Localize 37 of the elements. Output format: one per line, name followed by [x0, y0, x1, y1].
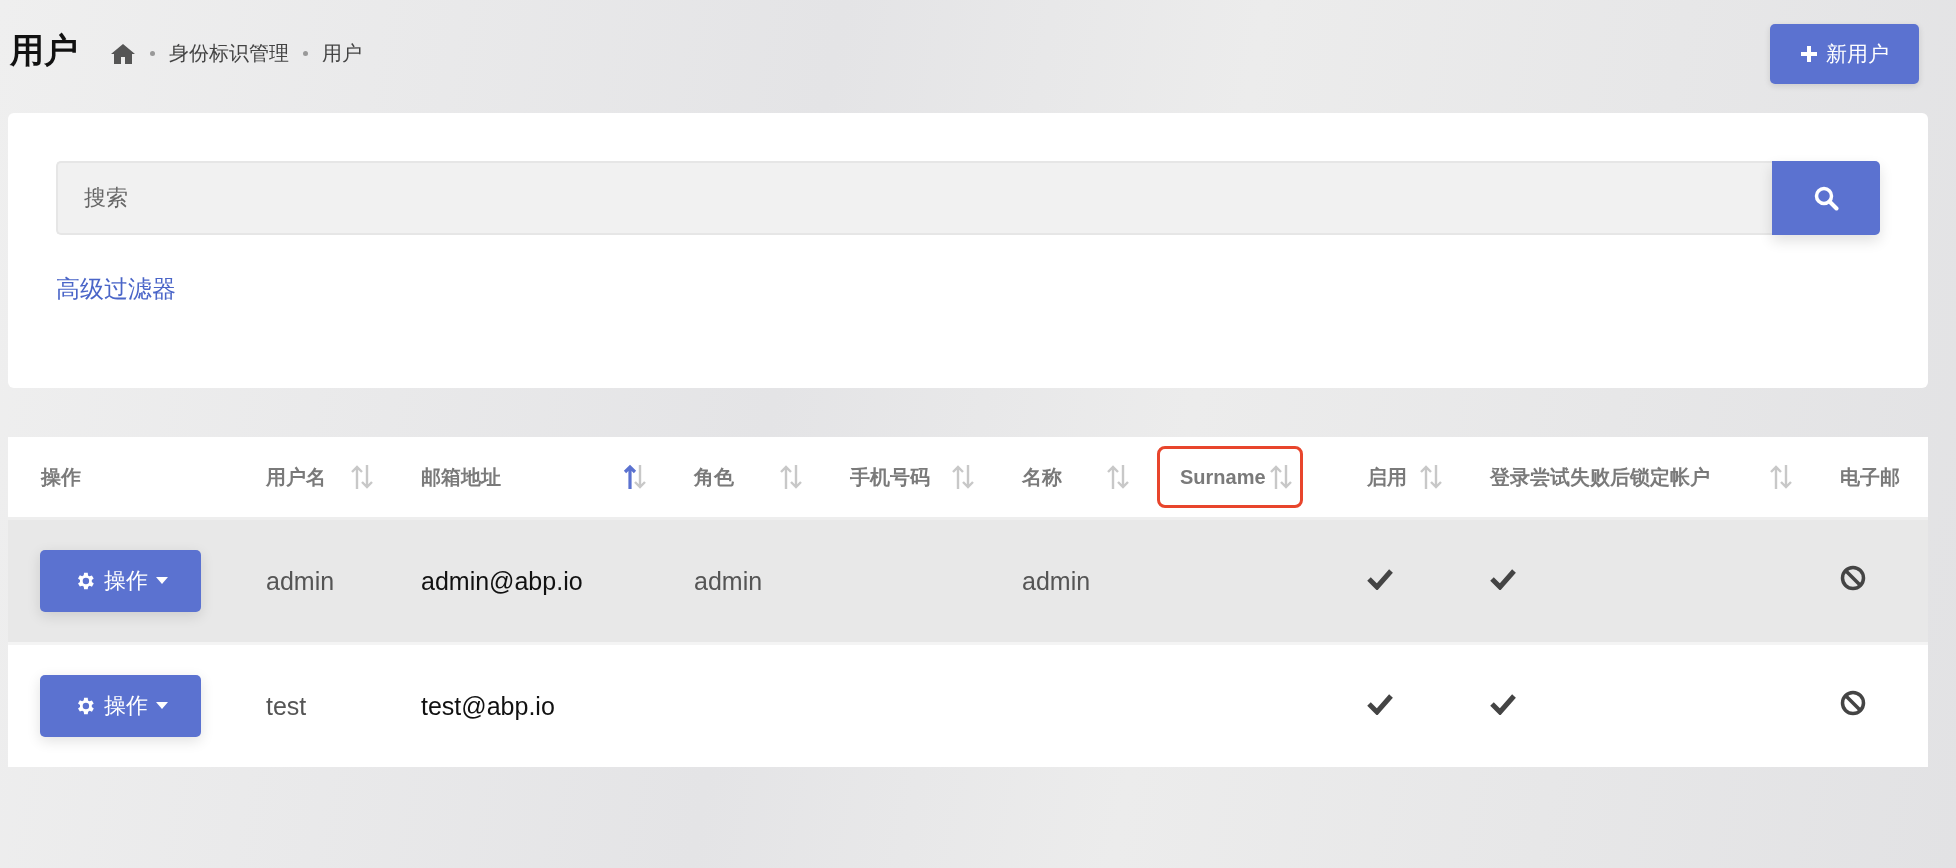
column-header[interactable]: 角色 [694, 463, 734, 491]
breadcrumb-item[interactable]: 身份标识管理 [169, 40, 289, 67]
home-icon[interactable] [110, 42, 136, 65]
actions-button[interactable]: 操作 [40, 675, 201, 737]
sort-icon[interactable] [622, 463, 648, 491]
username-text: test [266, 691, 307, 720]
page-title: 用户 [10, 30, 78, 71]
advanced-filter-link[interactable]: 高级过滤器 [56, 273, 176, 305]
check-icon [1490, 567, 1516, 590]
column-header[interactable]: 名称 [1022, 463, 1062, 491]
column-header[interactable]: 启用 [1367, 463, 1407, 491]
check-icon [1490, 692, 1516, 715]
column-header[interactable]: 登录尝试失败后锁定帐户 [1490, 463, 1710, 491]
check-icon [1367, 692, 1393, 715]
column-header[interactable]: Surname [1180, 465, 1266, 489]
ban-icon [1840, 690, 1866, 716]
check-icon [1367, 567, 1393, 590]
plus-icon [1800, 45, 1818, 63]
caret-icon [155, 702, 168, 710]
breadcrumb-item[interactable]: 用户 [322, 40, 362, 67]
search-button[interactable] [1772, 161, 1880, 235]
actions-button[interactable]: 操作 [40, 550, 201, 612]
column-header[interactable]: 电子邮 [1840, 463, 1900, 491]
email-text: admin@abp.io [421, 566, 583, 595]
ban-icon [1840, 565, 1866, 591]
search-icon [1813, 185, 1839, 211]
column-header[interactable]: 用户名 [266, 463, 326, 491]
role-text: admin [694, 566, 763, 595]
username-text: admin [266, 566, 335, 595]
name-text: admin [1022, 566, 1091, 595]
new-user-button[interactable]: 新用户 [1770, 24, 1919, 84]
email-text: test@abp.io [421, 691, 555, 720]
search-field[interactable]: 搜索 [56, 161, 1772, 235]
column-header[interactable]: 操作 [41, 463, 81, 491]
column-header[interactable]: 手机号码 [850, 463, 930, 491]
caret-icon [155, 577, 168, 585]
column-header[interactable]: 邮箱地址 [421, 463, 501, 491]
